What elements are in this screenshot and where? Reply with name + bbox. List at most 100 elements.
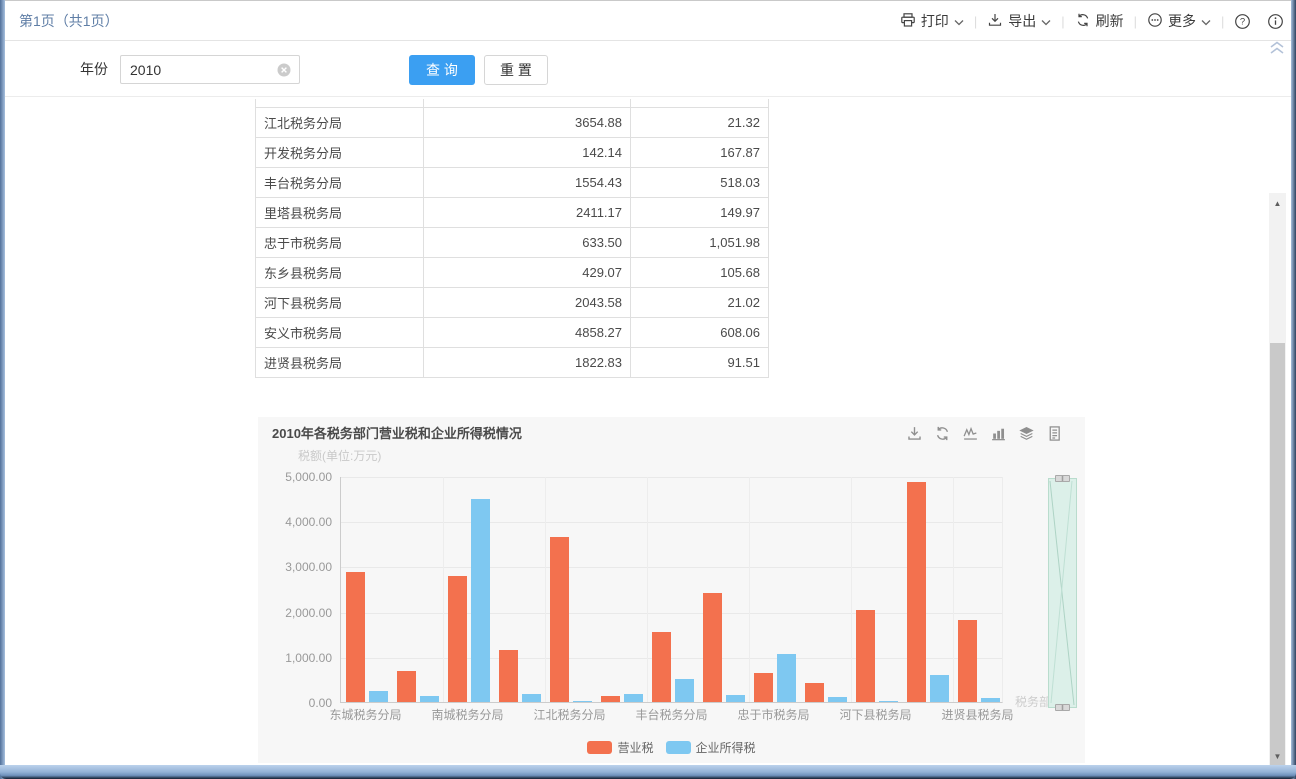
bar-企业所得税-11[interactable] [930, 675, 949, 702]
chart-data-view-icon[interactable] [1046, 425, 1063, 447]
x-tick-label: 南城税务分局 [423, 706, 513, 723]
year-input-wrap [120, 55, 300, 84]
search-button[interactable]: 查 询 [409, 55, 475, 85]
page-indicator: 第1页（共1页） [19, 1, 119, 41]
scroll-up-arrow[interactable]: ▲ [1269, 195, 1286, 212]
legend-label: 企业所得税 [696, 739, 756, 756]
refresh-icon [1075, 12, 1091, 31]
bar-企业所得税-8[interactable] [777, 654, 796, 702]
table-row-partial [256, 99, 769, 107]
toolbar-separator [1257, 14, 1261, 29]
bar-营业税-11[interactable] [907, 482, 926, 702]
bar-营业税-3[interactable] [499, 650, 518, 702]
reset-button[interactable]: 重 置 [484, 55, 548, 85]
x-tick-label: 河下县税务局 [831, 706, 921, 723]
table-cell: 21.02 [631, 287, 769, 317]
table-cell: 里塔县税务局 [256, 197, 424, 227]
legend-item-business-tax[interactable]: 营业税 [587, 739, 653, 756]
table-row: 开发税务分局142.14167.87 [256, 137, 769, 167]
bar-企业所得税-9[interactable] [828, 697, 847, 702]
bar-企业所得税-2[interactable] [471, 499, 490, 702]
table-cell: 2043.58 [424, 287, 631, 317]
bar-营业税-0[interactable] [346, 572, 365, 702]
report-content: 江北税务分局3654.8821.32开发税务分局142.14167.87丰台税务… [5, 97, 1291, 765]
bar-营业税-1[interactable] [397, 671, 416, 702]
print-label: 打印 [921, 11, 949, 31]
table-cell: 21.32 [631, 107, 769, 137]
gridline-horizontal [341, 477, 1002, 478]
bar-企业所得税-0[interactable] [369, 691, 388, 702]
browser-window: 第1页（共1页） 打印 | 导出 | 刷新 | [0, 0, 1296, 779]
export-button[interactable]: 导出 [987, 11, 1051, 31]
tax-table: 江北税务分局3654.8821.32开发税务分局142.14167.87丰台税务… [255, 99, 769, 378]
year-input[interactable] [121, 56, 271, 83]
gridline-vertical [953, 477, 954, 702]
chart-line-type-icon[interactable] [962, 425, 979, 447]
table-cell: 进贤县税务局 [256, 347, 424, 377]
y-tick-label: 5,000.00 [258, 470, 332, 484]
bar-营业税-10[interactable] [856, 610, 875, 702]
bar-营业税-5[interactable] [601, 696, 620, 702]
more-button[interactable]: 更多 [1147, 11, 1211, 31]
y-tick-label: 3,000.00 [258, 560, 332, 574]
table-row: 忠于市税务局633.501,051.98 [256, 227, 769, 257]
bar-营业税-12[interactable] [958, 620, 977, 702]
clear-input-icon[interactable] [277, 63, 291, 77]
bar-营业税-6[interactable] [652, 632, 671, 702]
refresh-button[interactable]: 刷新 [1075, 11, 1124, 31]
year-label: 年份 [80, 42, 108, 97]
chart-layers-icon[interactable] [1018, 425, 1035, 447]
x-tick-label: 东城税务分局 [321, 706, 411, 723]
ellipsis-circle-icon [1147, 12, 1163, 31]
table-row: 安义市税务局4858.27608.06 [256, 317, 769, 347]
chart-title: 2010年各税务部门营业税和企业所得税情况 [272, 423, 522, 442]
table-cell: 3654.88 [424, 107, 631, 137]
scrollbar-thumb[interactable] [1270, 343, 1285, 765]
gridline-horizontal [341, 613, 1002, 614]
y-tick-label: 1,000.00 [258, 651, 332, 665]
bar-企业所得税-12[interactable] [981, 698, 1000, 702]
legend-item-income-tax[interactable]: 企业所得税 [666, 739, 756, 756]
table-cell: 河下县税务局 [256, 287, 424, 317]
bar-企业所得税-4[interactable] [573, 701, 592, 702]
window-border-bottom [0, 765, 1296, 779]
table-cell: 105.68 [631, 257, 769, 287]
vertical-scrollbar[interactable]: ▲ ▼ [1269, 193, 1286, 765]
bar-营业税-8[interactable] [754, 673, 773, 702]
chart-bar-type-icon[interactable] [990, 425, 1007, 447]
bar-营业税-7[interactable] [703, 593, 722, 702]
chart-download-icon[interactable] [906, 425, 923, 447]
x-tick-label: 忠于市税务局 [729, 706, 819, 723]
bar-营业税-9[interactable] [805, 683, 824, 702]
bar-企业所得税-7[interactable] [726, 695, 745, 702]
bar-营业税-4[interactable] [550, 537, 569, 702]
chevron-down-icon [954, 13, 964, 29]
bar-企业所得税-3[interactable] [522, 694, 541, 702]
table-row: 河下县税务局2043.5821.02 [256, 287, 769, 317]
table-row: 丰台税务分局1554.43518.03 [256, 167, 769, 197]
datazoom-slider[interactable] [1048, 478, 1077, 708]
print-button[interactable]: 打印 [900, 11, 964, 31]
x-tick-label: 江北税务分局 [525, 706, 615, 723]
collapse-panel-icon[interactable] [1269, 41, 1285, 55]
bar-企业所得税-10[interactable] [879, 701, 898, 702]
info-button[interactable] [1267, 13, 1284, 30]
toolbar-separator: | [974, 14, 977, 29]
y-tick-label: 4,000.00 [258, 515, 332, 529]
table-cell: 518.03 [631, 167, 769, 197]
table-cell: 江北税务分局 [256, 107, 424, 137]
help-button[interactable]: ? [1234, 13, 1251, 30]
table-cell: 608.06 [631, 317, 769, 347]
chart-legend: 营业税 企业所得税 [258, 739, 1085, 756]
datazoom-handle-top[interactable] [1055, 475, 1070, 482]
gridline-vertical [749, 477, 750, 702]
bar-企业所得税-5[interactable] [624, 694, 643, 702]
chart-refresh-icon[interactable] [934, 425, 951, 447]
bar-营业税-2[interactable] [448, 576, 467, 702]
y-tick-label: 2,000.00 [258, 606, 332, 620]
datazoom-handle-bottom[interactable] [1055, 704, 1070, 711]
bar-企业所得税-6[interactable] [675, 679, 694, 702]
scroll-down-arrow[interactable]: ▼ [1269, 748, 1286, 765]
bar-企业所得税-1[interactable] [420, 696, 439, 702]
printer-icon [900, 12, 916, 31]
